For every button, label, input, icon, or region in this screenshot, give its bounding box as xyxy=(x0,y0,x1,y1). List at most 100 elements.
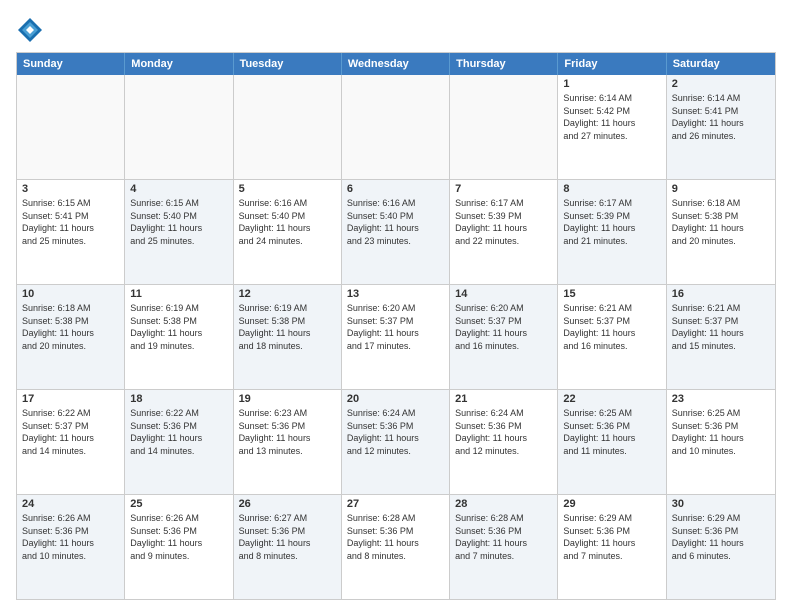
calendar-cell: 17 Sunrise: 6:22 AMSunset: 5:37 PMDayligh… xyxy=(17,390,125,494)
calendar-cell: 25 Sunrise: 6:26 AMSunset: 5:36 PMDayligh… xyxy=(125,495,233,599)
day-number: 5 xyxy=(239,183,336,195)
cell-info: Sunrise: 6:26 AMSunset: 5:36 PMDaylight:… xyxy=(22,512,119,562)
calendar-row: 10 Sunrise: 6:18 AMSunset: 5:38 PMDayligh… xyxy=(17,284,775,389)
day-number: 10 xyxy=(22,288,119,300)
calendar-cell: 24 Sunrise: 6:26 AMSunset: 5:36 PMDayligh… xyxy=(17,495,125,599)
calendar-cell: 20Sunrise: 6:24 AMSunset: 5:36 PMDayligh… xyxy=(342,390,450,494)
cell-info: Sunrise: 6:16 AMSunset: 5:40 PMDaylight:… xyxy=(239,197,336,247)
calendar-cell: 3 Sunrise: 6:15 AMSunset: 5:41 PMDaylight… xyxy=(17,180,125,284)
calendar-row: 3 Sunrise: 6:15 AMSunset: 5:41 PMDaylight… xyxy=(17,179,775,284)
day-number: 3 xyxy=(22,183,119,195)
cell-info: Sunrise: 6:21 AMSunset: 5:37 PMDaylight:… xyxy=(672,302,770,352)
day-number: 19 xyxy=(239,393,336,405)
calendar-cell: 22 Sunrise: 6:25 AMSunset: 5:36 PMDayligh… xyxy=(558,390,666,494)
calendar-day-header: Sunday xyxy=(17,53,125,75)
calendar-cell xyxy=(17,75,125,179)
day-number: 25 xyxy=(130,498,227,510)
cell-info: Sunrise: 6:25 AMSunset: 5:36 PMDaylight:… xyxy=(563,407,660,457)
calendar-day-header: Monday xyxy=(125,53,233,75)
day-number: 20 xyxy=(347,393,444,405)
calendar-day-header: Wednesday xyxy=(342,53,450,75)
calendar-body: 1Sunrise: 6:14 AMSunset: 5:42 PMDaylight… xyxy=(17,75,775,599)
calendar-cell: 8 Sunrise: 6:17 AMSunset: 5:39 PMDaylight… xyxy=(558,180,666,284)
calendar-cell: 12 Sunrise: 6:19 AMSunset: 5:38 PMDayligh… xyxy=(234,285,342,389)
cell-info: Sunrise: 6:18 AMSunset: 5:38 PMDaylight:… xyxy=(672,197,770,247)
day-number: 26 xyxy=(239,498,336,510)
cell-info: Sunrise: 6:21 AMSunset: 5:37 PMDaylight:… xyxy=(563,302,660,352)
day-number: 22 xyxy=(563,393,660,405)
cell-info: Sunrise: 6:20 AMSunset: 5:37 PMDaylight:… xyxy=(347,302,444,352)
calendar-cell: 26 Sunrise: 6:27 AMSunset: 5:36 PMDayligh… xyxy=(234,495,342,599)
calendar: SundayMondayTuesdayWednesdayThursdayFrid… xyxy=(16,52,776,600)
calendar-cell: 28 Sunrise: 6:28 AMSunset: 5:36 PMDayligh… xyxy=(450,495,558,599)
calendar-cell: 27 Sunrise: 6:28 AMSunset: 5:36 PMDayligh… xyxy=(342,495,450,599)
cell-info: Sunrise: 6:19 AMSunset: 5:38 PMDaylight:… xyxy=(130,302,227,352)
calendar-cell: 1Sunrise: 6:14 AMSunset: 5:42 PMDaylight… xyxy=(558,75,666,179)
calendar-day-header: Friday xyxy=(558,53,666,75)
cell-info: Sunrise: 6:19 AMSunset: 5:38 PMDaylight:… xyxy=(239,302,336,352)
cell-info: Sunrise: 6:15 AMSunset: 5:41 PMDaylight:… xyxy=(22,197,119,247)
calendar-day-header: Tuesday xyxy=(234,53,342,75)
calendar-cell: 2 Sunrise: 6:14 AMSunset: 5:41 PMDaylight… xyxy=(667,75,775,179)
cell-info: Sunrise: 6:26 AMSunset: 5:36 PMDaylight:… xyxy=(130,512,227,562)
calendar-row: 1Sunrise: 6:14 AMSunset: 5:42 PMDaylight… xyxy=(17,75,775,179)
calendar-cell: 21 Sunrise: 6:24 AMSunset: 5:36 PMDayligh… xyxy=(450,390,558,494)
day-number: 14 xyxy=(455,288,552,300)
calendar-cell: 5 Sunrise: 6:16 AMSunset: 5:40 PMDaylight… xyxy=(234,180,342,284)
calendar-cell: 15 Sunrise: 6:21 AMSunset: 5:37 PMDayligh… xyxy=(558,285,666,389)
calendar-cell: 19 Sunrise: 6:23 AMSunset: 5:36 PMDayligh… xyxy=(234,390,342,494)
day-number: 12 xyxy=(239,288,336,300)
calendar-cell xyxy=(125,75,233,179)
calendar-cell: 4 Sunrise: 6:15 AMSunset: 5:40 PMDaylight… xyxy=(125,180,233,284)
cell-info: Sunrise: 6:28 AMSunset: 5:36 PMDaylight:… xyxy=(455,512,552,562)
day-number: 4 xyxy=(130,183,227,195)
cell-info: Sunrise: 6:27 AMSunset: 5:36 PMDaylight:… xyxy=(239,512,336,562)
calendar-cell: 7Sunrise: 6:17 AMSunset: 5:39 PMDaylight… xyxy=(450,180,558,284)
day-number: 17 xyxy=(22,393,119,405)
day-number: 28 xyxy=(455,498,552,510)
cell-info: Sunrise: 6:18 AMSunset: 5:38 PMDaylight:… xyxy=(22,302,119,352)
cell-info: Sunrise: 6:23 AMSunset: 5:36 PMDaylight:… xyxy=(239,407,336,457)
day-number: 6 xyxy=(347,183,444,195)
day-number: 29 xyxy=(563,498,660,510)
cell-info: Sunrise: 6:29 AMSunset: 5:36 PMDaylight:… xyxy=(563,512,660,562)
calendar-day-header: Saturday xyxy=(667,53,775,75)
cell-info: Sunrise: 6:24 AMSunset: 5:36 PMDaylight:… xyxy=(455,407,552,457)
cell-info: Sunrise: 6:29 AMSunset: 5:36 PMDaylight:… xyxy=(672,512,770,562)
calendar-cell: 18Sunrise: 6:22 AMSunset: 5:36 PMDayligh… xyxy=(125,390,233,494)
calendar-cell: 13 Sunrise: 6:20 AMSunset: 5:37 PMDayligh… xyxy=(342,285,450,389)
cell-info: Sunrise: 6:20 AMSunset: 5:37 PMDaylight:… xyxy=(455,302,552,352)
day-number: 8 xyxy=(563,183,660,195)
calendar-cell xyxy=(234,75,342,179)
cell-info: Sunrise: 6:14 AMSunset: 5:41 PMDaylight:… xyxy=(672,92,770,142)
calendar-cell: 30 Sunrise: 6:29 AMSunset: 5:36 PMDayligh… xyxy=(667,495,775,599)
calendar-cell: 10 Sunrise: 6:18 AMSunset: 5:38 PMDayligh… xyxy=(17,285,125,389)
calendar-cell: 29 Sunrise: 6:29 AMSunset: 5:36 PMDayligh… xyxy=(558,495,666,599)
day-number: 13 xyxy=(347,288,444,300)
day-number: 1 xyxy=(563,78,660,90)
calendar-cell: 9 Sunrise: 6:18 AMSunset: 5:38 PMDaylight… xyxy=(667,180,775,284)
calendar-day-header: Thursday xyxy=(450,53,558,75)
cell-info: Sunrise: 6:28 AMSunset: 5:36 PMDaylight:… xyxy=(347,512,444,562)
day-number: 24 xyxy=(22,498,119,510)
day-number: 15 xyxy=(563,288,660,300)
cell-info: Sunrise: 6:22 AMSunset: 5:36 PMDaylight:… xyxy=(130,407,227,457)
calendar-cell: 16 Sunrise: 6:21 AMSunset: 5:37 PMDayligh… xyxy=(667,285,775,389)
calendar-row: 17 Sunrise: 6:22 AMSunset: 5:37 PMDayligh… xyxy=(17,389,775,494)
cell-info: Sunrise: 6:17 AMSunset: 5:39 PMDaylight:… xyxy=(563,197,660,247)
calendar-cell: 14 Sunrise: 6:20 AMSunset: 5:37 PMDayligh… xyxy=(450,285,558,389)
calendar-cell: 23Sunrise: 6:25 AMSunset: 5:36 PMDayligh… xyxy=(667,390,775,494)
cell-info: Sunrise: 6:22 AMSunset: 5:37 PMDaylight:… xyxy=(22,407,119,457)
logo xyxy=(16,16,48,44)
day-number: 21 xyxy=(455,393,552,405)
day-number: 30 xyxy=(672,498,770,510)
cell-info: Sunrise: 6:16 AMSunset: 5:40 PMDaylight:… xyxy=(347,197,444,247)
day-number: 2 xyxy=(672,78,770,90)
cell-info: Sunrise: 6:15 AMSunset: 5:40 PMDaylight:… xyxy=(130,197,227,247)
header xyxy=(16,12,776,44)
day-number: 9 xyxy=(672,183,770,195)
day-number: 27 xyxy=(347,498,444,510)
logo-icon xyxy=(16,16,44,44)
day-number: 16 xyxy=(672,288,770,300)
day-number: 7 xyxy=(455,183,552,195)
